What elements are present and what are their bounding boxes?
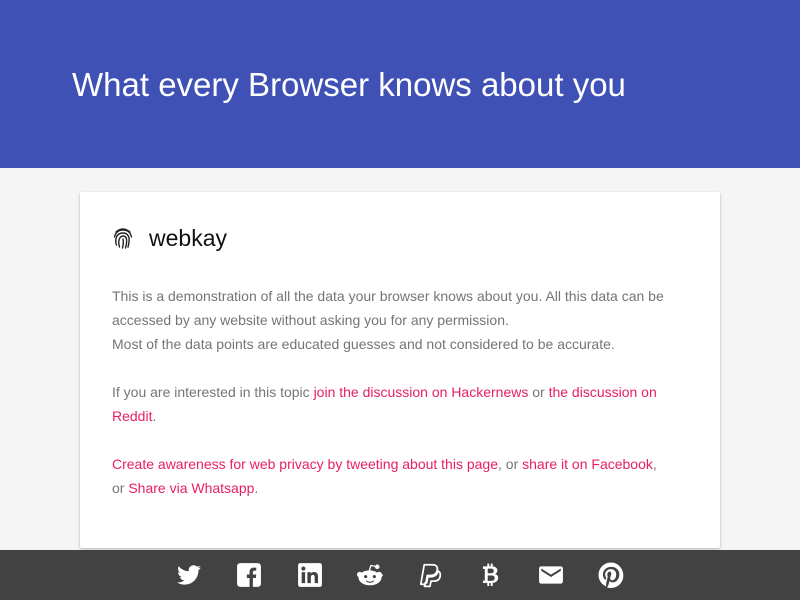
share-suffix: .: [254, 480, 259, 496]
twitter-icon[interactable]: [176, 562, 202, 588]
discussion-text: If you are interested in this topic join…: [112, 380, 672, 428]
share-text: Create awareness for web privacy by twee…: [112, 452, 672, 500]
intro-text: This is a demonstration of all the data …: [112, 284, 672, 356]
facebook-icon[interactable]: [236, 562, 262, 588]
pinterest-icon[interactable]: [598, 562, 624, 588]
bitcoin-icon[interactable]: [477, 562, 503, 588]
paypal-icon[interactable]: [417, 562, 443, 588]
brand[interactable]: webkay: [112, 224, 227, 252]
intro-card: webkay This is a demonstration of all th…: [80, 192, 720, 548]
discussion-or: or: [528, 384, 549, 400]
email-icon[interactable]: [538, 562, 564, 588]
intro-line-1: This is a demonstration of all the data …: [112, 288, 664, 328]
fingerprint-icon: [113, 228, 133, 249]
whatsapp-share-link[interactable]: Share via Whatsapp: [128, 480, 254, 496]
page-title: What every Browser knows about you: [72, 66, 626, 103]
reddit-icon[interactable]: [356, 562, 383, 588]
intro-line-2: Most of the data points are educated gue…: [112, 336, 615, 352]
hackernews-link[interactable]: join the discussion on Hackernews: [314, 384, 529, 400]
share-footer: [0, 550, 800, 600]
facebook-share-link[interactable]: share it on Facebook: [522, 456, 653, 472]
discussion-prefix: If you are interested in this topic: [112, 384, 314, 400]
tweet-link[interactable]: Create awareness for web privacy by twee…: [112, 456, 498, 472]
brand-name: webkay: [149, 225, 227, 251]
share-icon-bar: [176, 562, 624, 588]
linkedin-icon[interactable]: [297, 562, 323, 588]
page-header: What every Browser knows about you: [0, 0, 800, 168]
discussion-suffix: .: [152, 408, 157, 424]
share-separator-1: , or: [498, 456, 523, 472]
